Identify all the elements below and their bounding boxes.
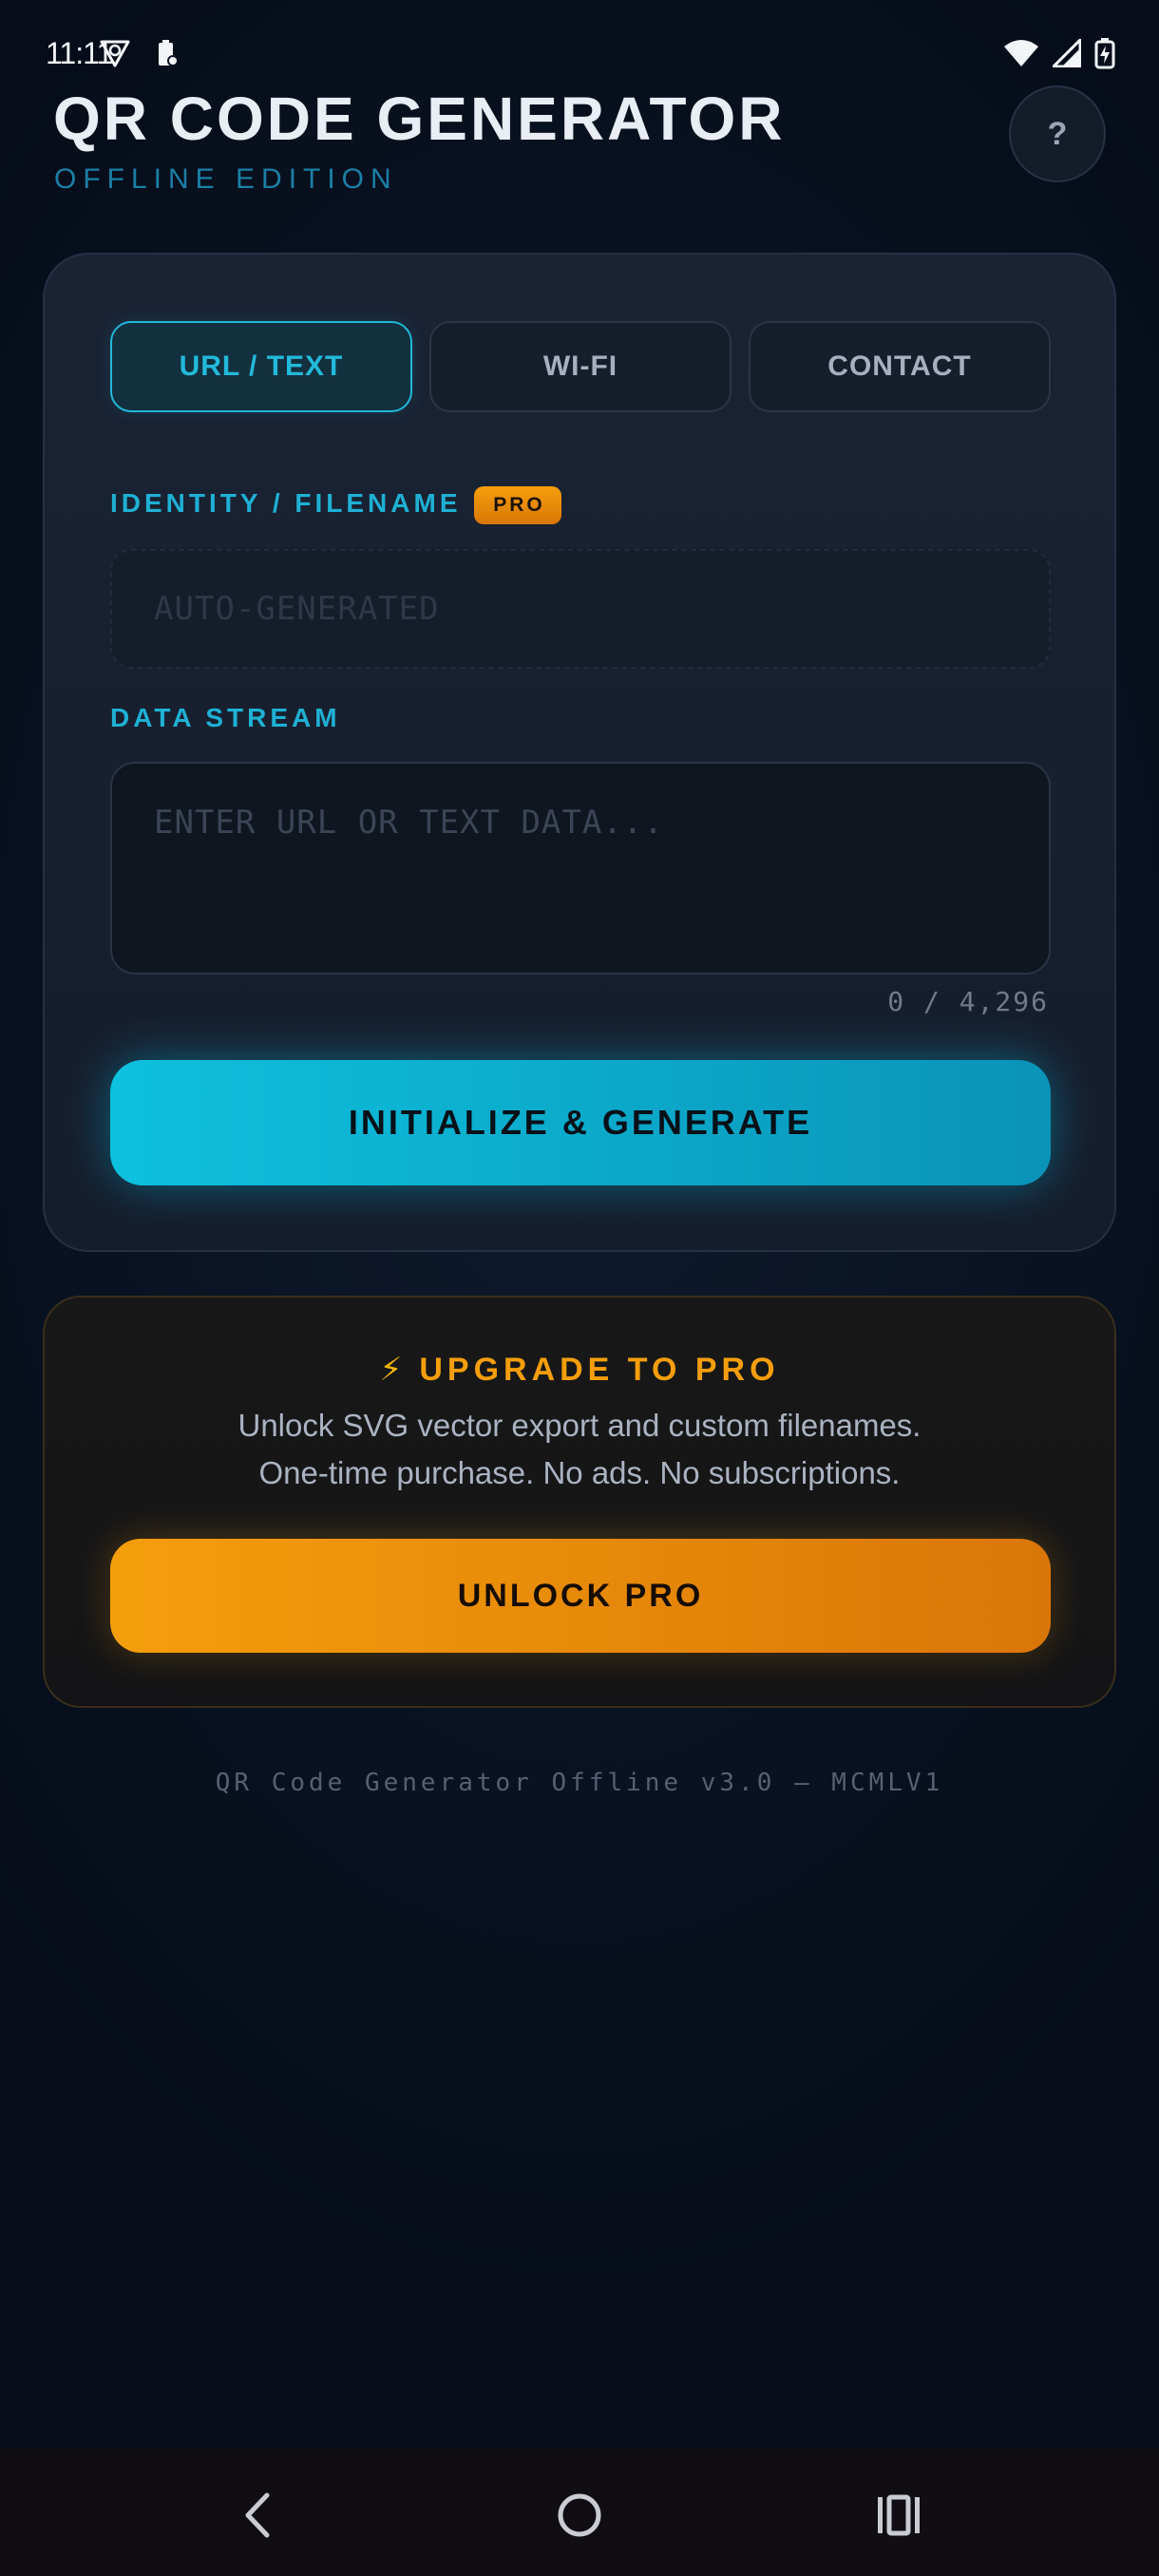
tab-wifi[interactable]: WI-FI xyxy=(429,321,732,412)
tab-contact[interactable]: CONTACT xyxy=(749,321,1051,412)
help-button[interactable]: ? xyxy=(1009,85,1106,182)
upgrade-description-line1: Unlock SVG vector export and custom file… xyxy=(238,1408,922,1443)
home-icon[interactable] xyxy=(542,2477,618,2553)
upgrade-description-line2: One-time purchase. No ads. No subscripti… xyxy=(258,1455,901,1490)
unlock-pro-button[interactable]: UNLOCK PRO xyxy=(110,1539,1051,1653)
generate-button[interactable]: INITIALIZE & GENERATE xyxy=(110,1060,1051,1185)
tab-url-text[interactable]: URL / TEXT xyxy=(110,321,412,412)
generator-card: URL / TEXT WI-FI CONTACT IDENTITY / FILE… xyxy=(43,253,1116,1252)
data-stream-input[interactable]: ENTER URL OR TEXT DATA... xyxy=(110,762,1051,975)
upgrade-title-text: UPGRADE TO PRO xyxy=(419,1352,780,1388)
char-count: 0 / 4,296 xyxy=(887,986,1049,1017)
lightning-icon: ⚡ xyxy=(379,1352,403,1388)
footer-version-text: QR Code Generator Offline v3.0 — MCMLV1 xyxy=(215,1769,944,1797)
back-icon[interactable] xyxy=(221,2477,297,2553)
data-stream-label: DATA STREAM xyxy=(110,703,341,732)
wifi-icon xyxy=(1003,39,1039,72)
upgrade-card: ⚡ UPGRADE TO PRO Unlock SVG vector export… xyxy=(43,1296,1116,1708)
filename-input[interactable]: AUTO-GENERATED xyxy=(110,549,1051,669)
system-nav-bar xyxy=(0,2449,1159,2576)
page-title: QR CODE GENERATOR xyxy=(53,85,786,153)
pro-badge: PRO xyxy=(474,486,561,524)
vpn-shield-icon xyxy=(99,38,130,68)
recents-icon[interactable] xyxy=(861,2477,937,2553)
page-subtitle: OFFLINE EDITION xyxy=(54,163,398,195)
identity-filename-label: IDENTITY / FILENAME xyxy=(110,488,462,518)
battery-charging-icon xyxy=(1094,37,1115,74)
cell-signal-icon xyxy=(1052,38,1082,72)
upgrade-title: ⚡ UPGRADE TO PRO xyxy=(45,1351,1114,1389)
battery-saver-icon xyxy=(156,38,186,68)
